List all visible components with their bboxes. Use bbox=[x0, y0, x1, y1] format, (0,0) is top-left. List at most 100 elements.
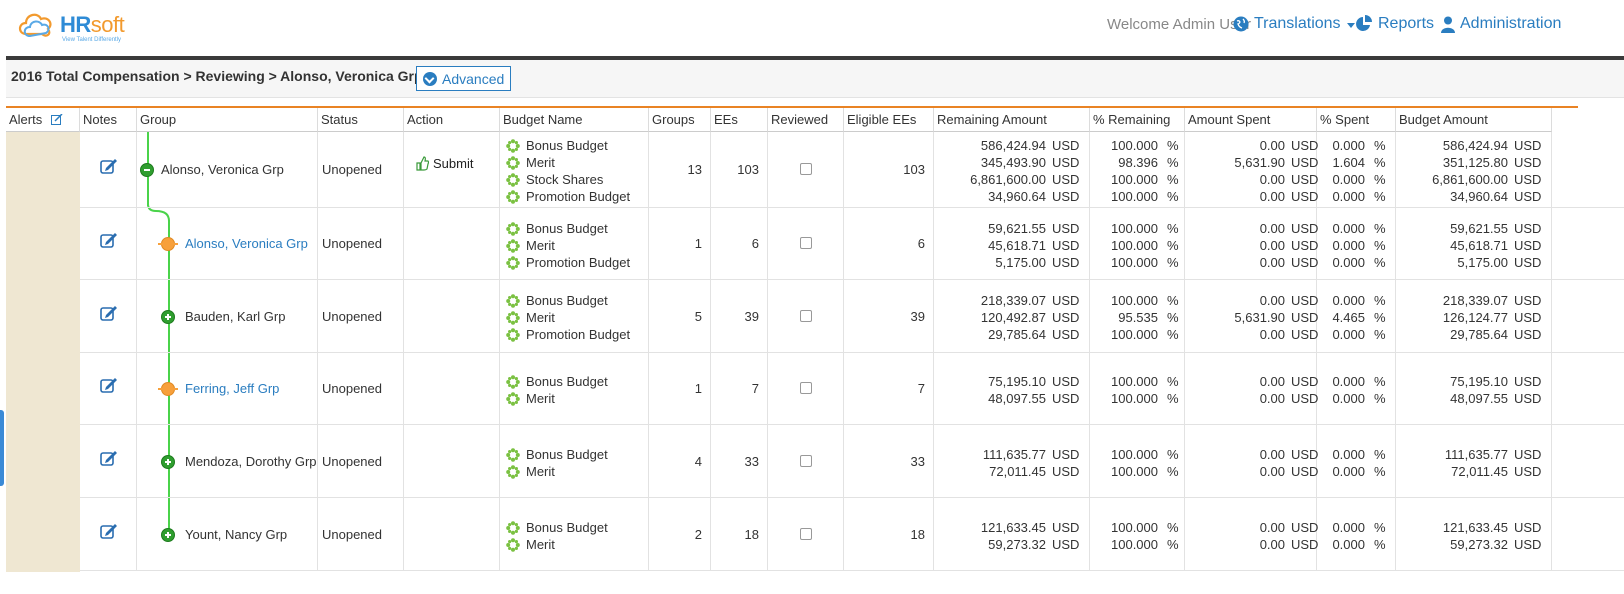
eligible-ees-count: 33 bbox=[910, 454, 925, 469]
budget-amount-value: 351,125.80 bbox=[1442, 155, 1508, 170]
header-alerts[interactable]: Alerts bbox=[6, 108, 80, 132]
pct-spent-value: 0.000 bbox=[1332, 189, 1365, 204]
budget-amount-value: 34,960.64 bbox=[1450, 189, 1508, 204]
expand-node-icon[interactable] bbox=[161, 528, 175, 542]
eligible-ees-cell: 7 bbox=[844, 353, 934, 424]
header-pct-remaining[interactable]: % Remaining bbox=[1090, 108, 1185, 132]
pct-spent-unit: % bbox=[1374, 155, 1386, 170]
header-remaining-amount[interactable]: Remaining Amount bbox=[934, 108, 1090, 132]
caret-down-icon bbox=[1346, 22, 1355, 28]
groups-count-cell: 4 bbox=[649, 425, 711, 497]
budget-name-cell: Bonus Budget Merit bbox=[500, 425, 649, 497]
status-text: Unopened bbox=[322, 236, 382, 251]
budget-amount-unit: USD bbox=[1514, 310, 1542, 325]
advanced-button[interactable]: Advanced bbox=[416, 66, 512, 91]
reports-link[interactable]: Reports bbox=[1355, 15, 1434, 33]
budget-name-item: Bonus Budget bbox=[506, 373, 608, 390]
pct-remaining-value: 100.000 bbox=[1111, 172, 1158, 187]
edit-note-icon[interactable] bbox=[100, 232, 118, 248]
header-ees[interactable]: EEs bbox=[711, 108, 768, 132]
budget-amount-value: 48,097.55 bbox=[1450, 391, 1508, 406]
amount-spent-value: 0.00 bbox=[1259, 238, 1285, 253]
header-reviewed[interactable]: Reviewed bbox=[768, 108, 844, 132]
group-cell: Mendoza, Dorothy Grp bbox=[137, 425, 318, 497]
groups-count-cell: 1 bbox=[649, 208, 711, 279]
pct-spent-unit: % bbox=[1374, 310, 1386, 325]
side-panel-handle[interactable] bbox=[0, 410, 4, 486]
groups-count: 1 bbox=[694, 381, 702, 396]
collapse-node-icon[interactable] bbox=[140, 163, 154, 177]
reviewed-checkbox[interactable] bbox=[800, 455, 812, 467]
reviewed-checkbox[interactable] bbox=[800, 163, 812, 175]
budget-status-icon bbox=[506, 238, 520, 253]
group-name[interactable]: Alonso, Veronica Grp bbox=[185, 236, 308, 251]
amount-spent-value: 0.00 bbox=[1259, 464, 1285, 479]
submit-button[interactable]: Submit bbox=[416, 156, 473, 171]
amount-spent-value: 0.00 bbox=[1259, 172, 1285, 187]
administration-link[interactable]: Administration bbox=[1441, 15, 1561, 33]
header-eligible-ees[interactable]: Eligible EEs bbox=[844, 108, 934, 132]
budget-name-item: Promotion Budget bbox=[506, 326, 630, 343]
leaf-node-icon[interactable] bbox=[158, 237, 178, 251]
amount-spent-unit: USD bbox=[1291, 310, 1319, 325]
alerts-column bbox=[6, 132, 80, 572]
header-amount-spent[interactable]: Amount Spent bbox=[1185, 108, 1317, 132]
reviewed-checkbox[interactable] bbox=[800, 382, 812, 394]
group-name[interactable]: Ferring, Jeff Grp bbox=[185, 381, 279, 396]
budget-name-item: Promotion Budget bbox=[506, 188, 630, 205]
pct-remaining-value: 100.000 bbox=[1111, 537, 1158, 552]
header-status[interactable]: Status bbox=[318, 108, 404, 132]
budget-name-item: Bonus Budget bbox=[506, 137, 608, 154]
remaining-amount-unit: USD bbox=[1052, 172, 1080, 187]
table-row: Bauden, Karl Grp Unopened Bonus Budget Me… bbox=[80, 280, 1624, 353]
amount-spent-cell: 0.00 USD 0.00 USD 0.00 USD bbox=[1185, 208, 1318, 279]
header-budget-amount[interactable]: Budget Amount bbox=[1396, 108, 1552, 132]
groups-count: 13 bbox=[687, 162, 702, 177]
remaining-amount-unit: USD bbox=[1052, 310, 1080, 325]
budget-status-icon bbox=[506, 447, 520, 462]
reviewed-checkbox[interactable] bbox=[800, 310, 812, 322]
budget-amount-unit: USD bbox=[1514, 447, 1542, 462]
expand-node-icon[interactable] bbox=[161, 455, 175, 469]
budget-amount-unit: USD bbox=[1514, 138, 1542, 153]
edit-note-icon[interactable] bbox=[100, 305, 118, 321]
pct-spent-unit: % bbox=[1374, 374, 1386, 389]
edit-alerts-icon[interactable] bbox=[50, 113, 63, 125]
expand-node-icon[interactable] bbox=[161, 310, 175, 324]
edit-note-icon[interactable] bbox=[100, 523, 118, 539]
header-notes[interactable]: Notes bbox=[80, 108, 137, 132]
remaining-amount-unit: USD bbox=[1052, 374, 1080, 389]
reviewed-checkbox[interactable] bbox=[800, 237, 812, 249]
edit-note-icon[interactable] bbox=[100, 377, 118, 393]
budget-amount-cell: 586,424.94 USD 351,125.80 USD 6,861,600.00 US… bbox=[1396, 132, 1552, 207]
budget-amount-value: 59,621.55 bbox=[1450, 221, 1508, 236]
header-groups[interactable]: Groups bbox=[649, 108, 711, 132]
reviewed-checkbox[interactable] bbox=[800, 528, 812, 540]
edit-note-icon[interactable] bbox=[100, 450, 118, 466]
budget-name-cell: Bonus Budget Merit bbox=[500, 353, 649, 424]
breadcrumb: 2016 Total Compensation > Reviewing > Al… bbox=[11, 68, 423, 84]
remaining-amount-unit: USD bbox=[1052, 138, 1080, 153]
table-row: Ferring, Jeff Grp Unopened Bonus Budget M… bbox=[80, 353, 1624, 425]
header-budget-name[interactable]: Budget Name bbox=[500, 108, 649, 132]
pct-spent-value: 0.000 bbox=[1332, 255, 1365, 270]
amount-spent-cell: 0.00 USD 5,631.90 USD 0.00 USD 0.00 USD bbox=[1185, 132, 1318, 207]
pct-spent-value: 0.000 bbox=[1332, 447, 1365, 462]
pct-spent-unit: % bbox=[1374, 238, 1386, 253]
header-action[interactable]: Action bbox=[404, 108, 500, 132]
hrsoft-logo[interactable]: HRsoft View Talent Differently bbox=[16, 8, 136, 48]
header-group[interactable]: Group bbox=[137, 108, 318, 132]
amount-spent-cell: 0.00 USD 0.00 USD bbox=[1185, 425, 1318, 497]
budget-amount-value: 75,195.10 bbox=[1450, 374, 1508, 389]
budget-status-icon bbox=[506, 537, 520, 552]
amount-spent-unit: USD bbox=[1291, 374, 1319, 389]
leaf-node-icon[interactable] bbox=[158, 382, 178, 396]
pct-spent-value: 0.000 bbox=[1332, 464, 1365, 479]
pct-remaining-value: 98.396 bbox=[1118, 155, 1158, 170]
header-pct-spent[interactable]: % Spent bbox=[1317, 108, 1396, 132]
ees-count: 6 bbox=[751, 236, 759, 251]
translations-menu[interactable]: Translations bbox=[1233, 15, 1355, 33]
budget-name-item: Merit bbox=[506, 237, 555, 254]
edit-note-icon[interactable] bbox=[100, 158, 118, 174]
pct-remaining-unit: % bbox=[1167, 255, 1179, 270]
